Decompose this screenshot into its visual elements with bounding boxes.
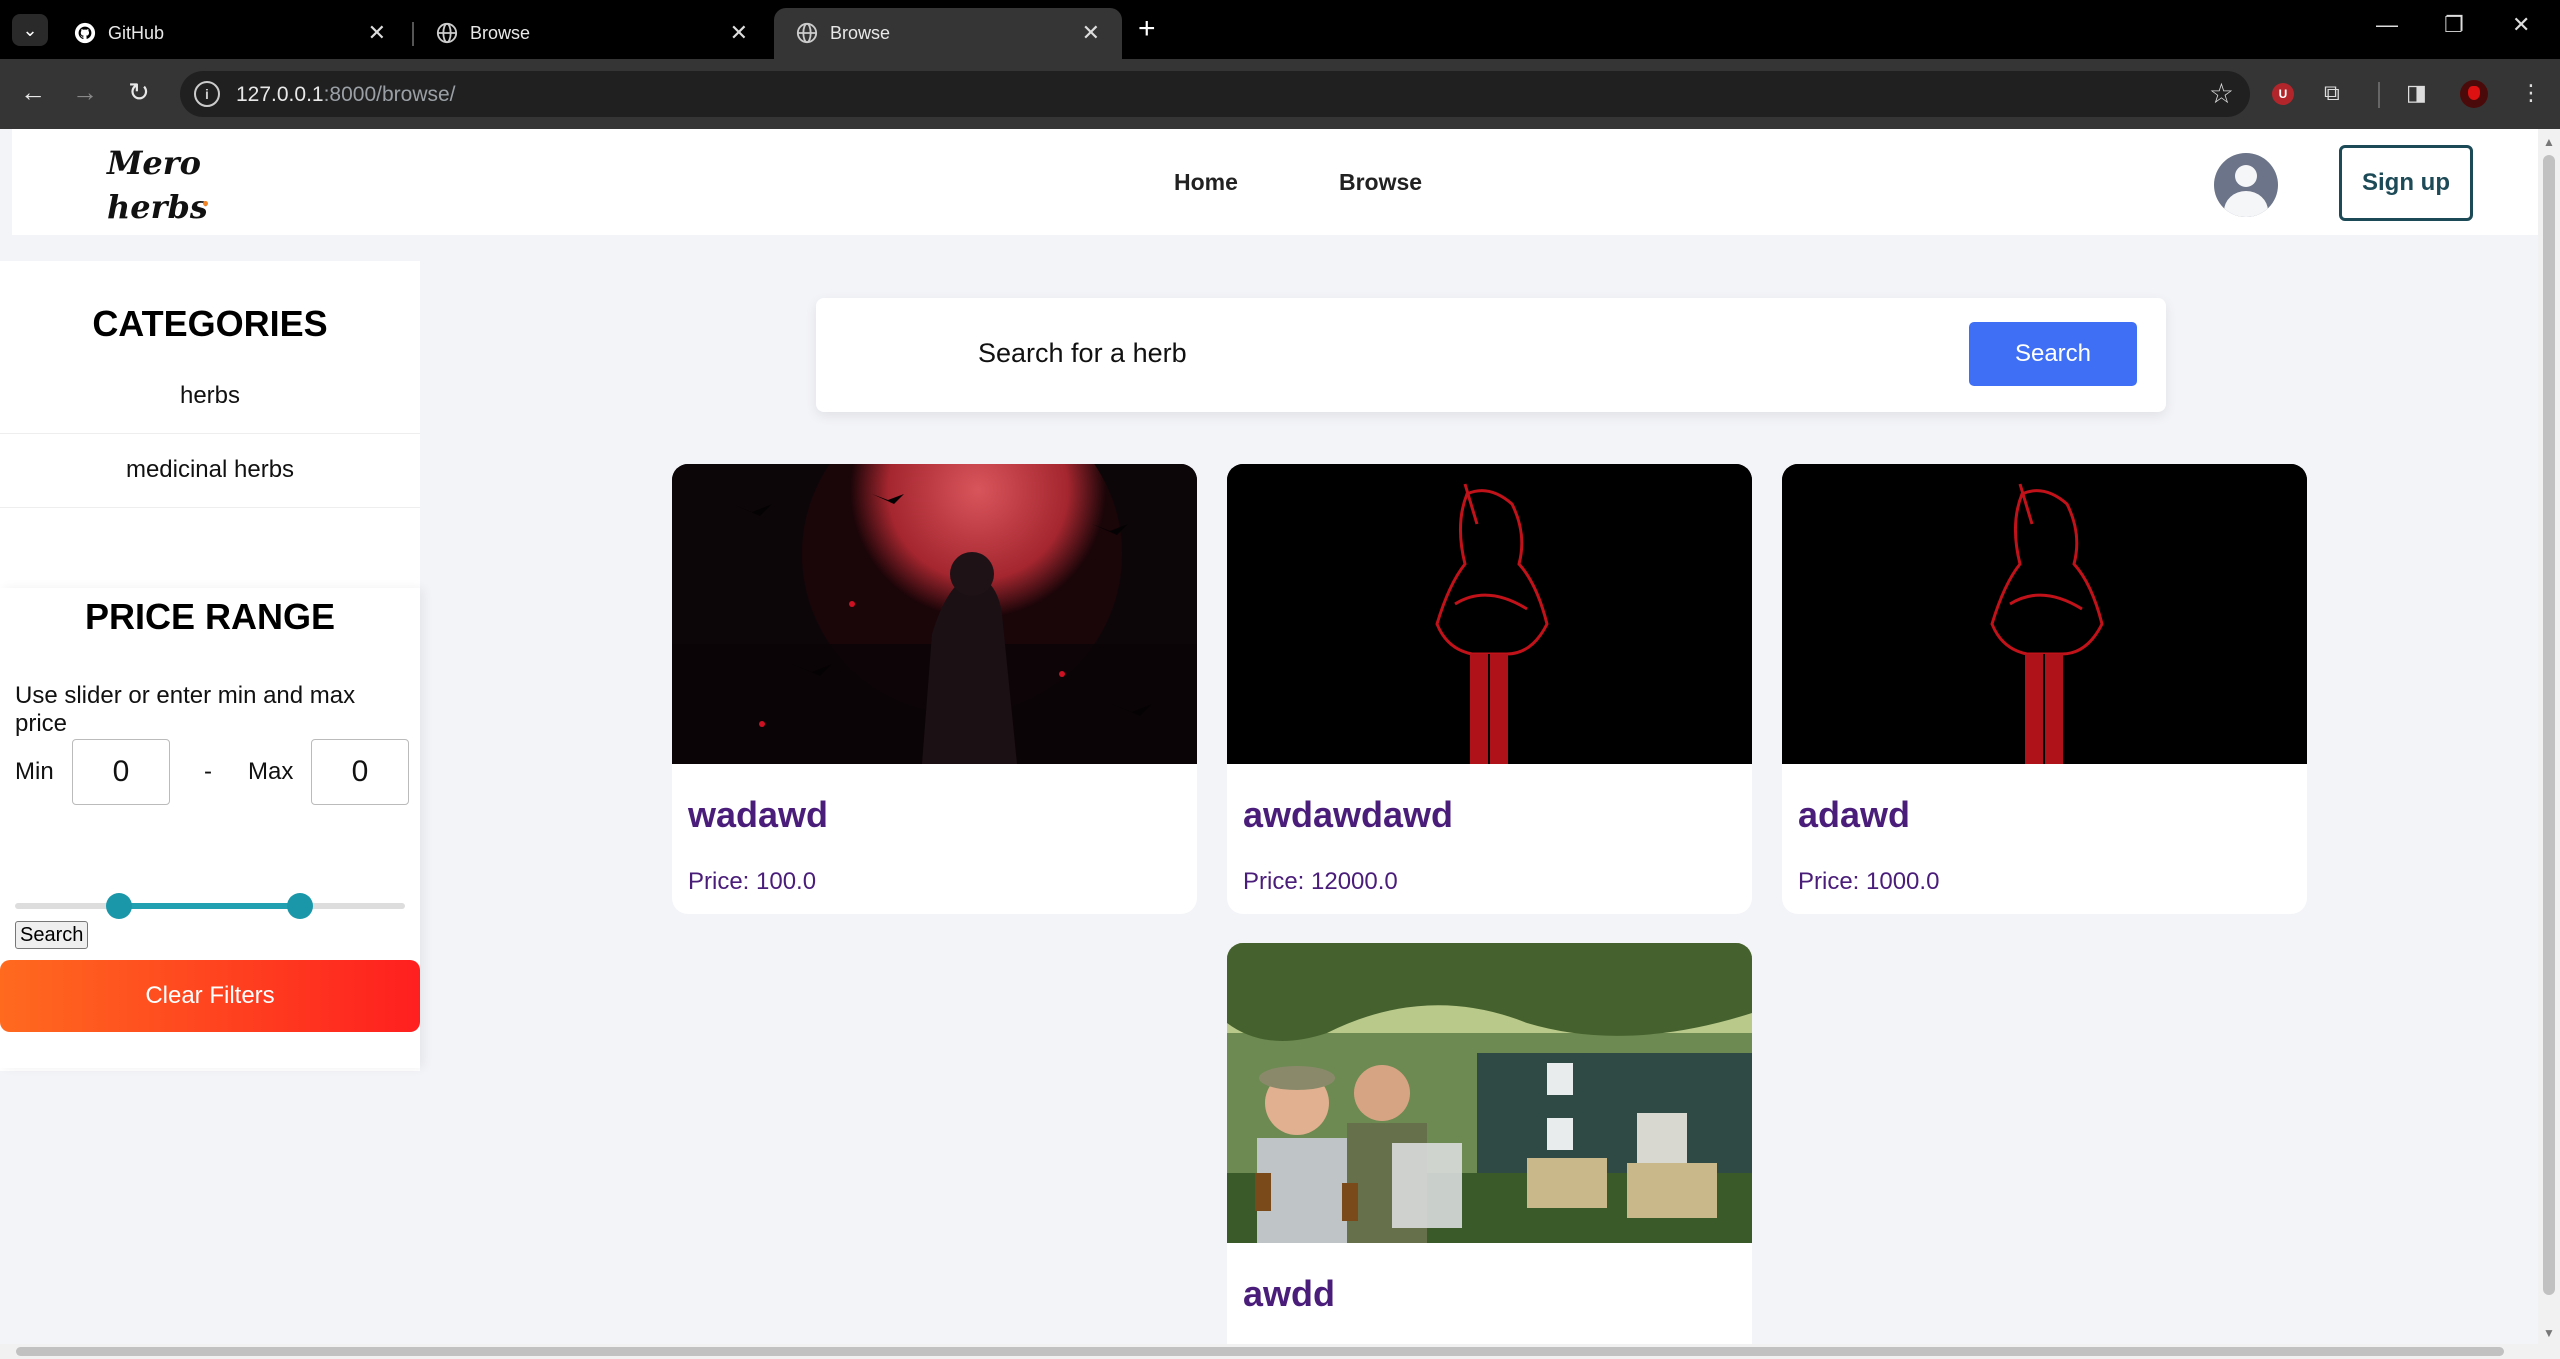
browser-tab-bar: ⌄ GitHub ✕ Browse ✕ Browse ✕ + — ❐ ✕	[0, 0, 2560, 59]
forward-icon[interactable]: →	[72, 77, 98, 108]
slider-max-handle[interactable]	[287, 893, 313, 919]
tab-search-button[interactable]: ⌄	[12, 14, 48, 46]
scroll-down-icon[interactable]: ▼	[2543, 1326, 2555, 1340]
product-name[interactable]: awdd	[1243, 1273, 1335, 1315]
product-card[interactable]: awdawdawd Price: 12000.0	[1227, 464, 1752, 914]
max-label: Max	[248, 758, 294, 785]
horizontal-scroll-thumb[interactable]	[16, 1347, 2504, 1356]
slider-min-handle[interactable]	[106, 893, 132, 919]
product-artwork	[672, 464, 1197, 764]
product-artwork	[1227, 464, 1752, 764]
back-icon[interactable]: ←	[20, 77, 46, 108]
product-price: Price: 100.0	[688, 868, 817, 895]
range-dash: -	[204, 758, 212, 785]
bookmark-star-icon[interactable]: ☆	[2209, 77, 2234, 110]
tab-close-icon[interactable]: ✕	[1082, 20, 1100, 46]
address-bar[interactable]: i 127.0.0.1:8000/browse/ ☆	[180, 71, 2250, 117]
avatar-body	[2224, 191, 2268, 217]
product-name[interactable]: wadawd	[688, 794, 828, 836]
price-range-help: Use slider or enter min and max price	[15, 682, 356, 737]
category-medicinal-herbs[interactable]: medicinal herbs	[0, 433, 420, 508]
reload-icon[interactable]: ↻	[128, 77, 150, 108]
min-price-input[interactable]: 0	[72, 739, 170, 805]
vertical-scrollbar[interactable]: ▲ ▼	[2538, 129, 2560, 1344]
browser-menu-icon[interactable]: ⋮	[2520, 80, 2542, 106]
nav-home[interactable]: Home	[1174, 169, 1238, 196]
clear-filters-button[interactable]: Clear Filters	[0, 960, 420, 1032]
close-window-icon[interactable]: ✕	[2512, 12, 2530, 38]
slider-range-fill	[119, 903, 300, 909]
price-range-title: PRICE RANGE	[84, 596, 336, 637]
tab-github[interactable]: GitHub ✕	[52, 8, 408, 59]
product-image	[672, 464, 1197, 764]
user-avatar-icon[interactable]	[2214, 153, 2278, 217]
site-header: Mero herbs Home Browse Sign up	[12, 129, 2538, 235]
max-price-input[interactable]: 0	[311, 739, 409, 805]
product-name[interactable]: awdawdawd	[1243, 794, 1453, 836]
github-icon	[74, 22, 96, 44]
scroll-up-icon[interactable]: ▲	[2543, 135, 2555, 149]
logo-line-2: herbs	[107, 188, 208, 226]
price-search-button[interactable]: Search	[15, 921, 89, 949]
browser-toolbar: ← → ↻ i 127.0.0.1:8000/browse/ ☆	[0, 59, 2560, 129]
toolbar-divider	[2378, 82, 2380, 108]
category-herbs[interactable]: herbs	[0, 359, 420, 434]
product-image	[1227, 943, 1752, 1243]
horizontal-scrollbar[interactable]	[0, 1344, 2560, 1359]
side-panel-icon[interactable]: ◨	[2406, 80, 2427, 106]
product-card[interactable]: adawd Price: 1000.0	[1782, 464, 2307, 914]
categories-title: CATEGORIES	[92, 303, 328, 344]
tab-close-icon[interactable]: ✕	[730, 20, 748, 46]
page-viewport: Mero herbs Home Browse Sign up CATEGORIE…	[0, 129, 2538, 1344]
min-label: Min	[15, 758, 54, 785]
product-card[interactable]: wadawd Price: 100.0	[672, 464, 1197, 914]
vertical-scroll-thumb[interactable]	[2543, 155, 2555, 1295]
product-photo	[1227, 943, 1752, 1243]
tab-title: Browse	[830, 23, 891, 43]
globe-icon	[796, 22, 818, 44]
signup-button[interactable]: Sign up	[2339, 145, 2473, 221]
profile-avatar-icon[interactable]	[2460, 80, 2488, 108]
globe-icon	[436, 22, 458, 44]
price-range-panel: PRICE RANGE Use slider or enter min and …	[0, 588, 420, 1068]
ublock-extension-icon[interactable]: U	[2272, 83, 2294, 105]
new-tab-icon[interactable]: +	[1138, 12, 1156, 46]
product-price: Price: 1000.0	[1798, 868, 1940, 895]
product-image	[1227, 464, 1752, 764]
avatar-head	[2235, 165, 2257, 187]
url-host: 127.0.0.1	[236, 83, 324, 106]
herb-search-input[interactable]: Search for a herb	[978, 338, 1187, 369]
product-price: Price: 12000.0	[1243, 868, 1398, 895]
minimize-icon[interactable]: —	[2376, 12, 2398, 38]
tab-title: GitHub	[108, 23, 165, 43]
product-artwork	[1782, 464, 2307, 764]
restore-icon[interactable]: ❐	[2444, 12, 2464, 38]
logo-dot	[203, 201, 208, 206]
search-button[interactable]: Search	[1969, 322, 2137, 386]
price-slider[interactable]	[15, 893, 405, 919]
product-card[interactable]: awdd	[1227, 943, 1752, 1344]
tab-close-icon[interactable]: ✕	[368, 20, 386, 46]
product-name[interactable]: adawd	[1798, 794, 1910, 836]
product-image	[1782, 464, 2307, 764]
site-logo[interactable]: Mero herbs	[107, 141, 208, 229]
site-info-icon[interactable]: i	[194, 81, 220, 107]
logo-line-1: Mero	[107, 144, 201, 182]
search-panel: Search for a herb Search	[816, 298, 2166, 412]
extensions-puzzle-icon[interactable]: ⧉	[2324, 80, 2340, 106]
tab-browse-active[interactable]: Browse ✕	[774, 8, 1122, 59]
url-text: 127.0.0.1:8000/browse/	[236, 83, 456, 107]
nav-browse[interactable]: Browse	[1339, 169, 1422, 196]
tab-browse-1[interactable]: Browse ✕	[414, 8, 770, 59]
url-path: :8000/browse/	[323, 83, 456, 106]
tab-title: Browse	[470, 23, 531, 43]
